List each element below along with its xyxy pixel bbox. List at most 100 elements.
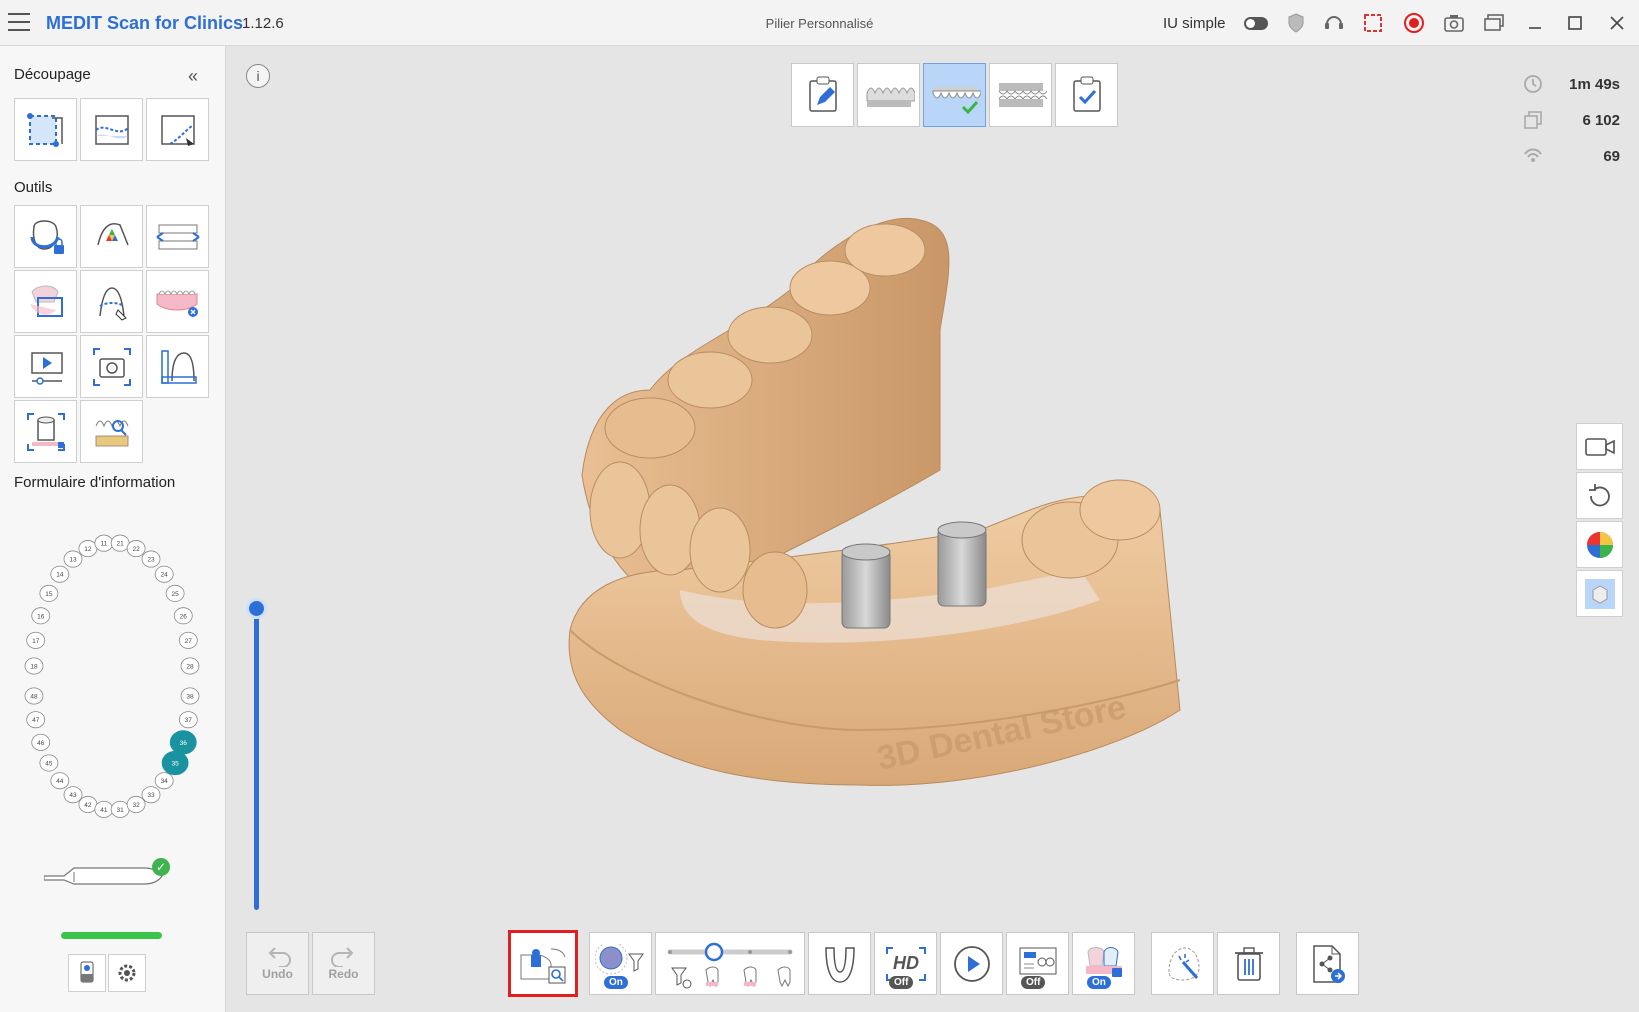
tooth-31[interactable]: 31: [110, 800, 130, 818]
stage-lower-jaw[interactable]: [923, 63, 986, 127]
tooth-42[interactable]: 42: [78, 795, 98, 813]
tooth-46[interactable]: 46: [31, 733, 51, 751]
tooth-number: 16: [37, 613, 45, 620]
tooth-14[interactable]: 14: [50, 565, 70, 583]
calibration-button[interactable]: [68, 954, 106, 992]
tooth-27[interactable]: 27: [178, 631, 198, 649]
margin-line-tool[interactable]: [80, 270, 143, 333]
color-analysis-tool[interactable]: [80, 205, 143, 268]
stage-complete[interactable]: [1055, 63, 1118, 127]
erase-noise-button[interactable]: [1151, 932, 1214, 995]
close-icon[interactable]: [1605, 11, 1629, 35]
stage-upper-jaw[interactable]: [857, 63, 920, 127]
tooth-37[interactable]: 37: [178, 711, 198, 729]
filter-button[interactable]: On: [589, 932, 652, 995]
lock-scan-tool[interactable]: [14, 205, 77, 268]
tooth-15[interactable]: 15: [39, 584, 59, 602]
shade-match-tool[interactable]: [80, 400, 143, 463]
tooth-26[interactable]: 26: [173, 607, 193, 625]
hd-mode-button[interactable]: HD Off: [874, 932, 937, 995]
tooth-32[interactable]: 32: [126, 795, 146, 813]
title-bar: MEDIT Scan for Clinics 1.12.6 Pilier Per…: [0, 0, 1639, 46]
tooth-13[interactable]: 13: [63, 550, 83, 568]
support-icon[interactable]: [1322, 11, 1346, 35]
tooth-45[interactable]: 45: [39, 754, 59, 772]
dental-model-3d[interactable]: 3D Dental Store: [560, 210, 1260, 830]
scanner-device-icon: [44, 867, 163, 885]
tooth-24[interactable]: 24: [154, 565, 174, 583]
tooth-18[interactable]: 18: [24, 657, 44, 675]
depth-slider-track[interactable]: [254, 612, 259, 910]
tooth-11[interactable]: 11: [94, 534, 114, 552]
shield-icon[interactable]: [1284, 11, 1308, 35]
arch-button[interactable]: [808, 932, 871, 995]
tooth-38[interactable]: 38: [180, 687, 200, 705]
measure-tool[interactable]: [146, 335, 209, 398]
tooth-35[interactable]: 35: [161, 750, 189, 776]
color-mode-tool[interactable]: [1576, 521, 1623, 568]
collapse-panel-icon[interactable]: «: [188, 66, 198, 87]
gingiva-remove-tool[interactable]: [146, 270, 209, 333]
filter-toggle[interactable]: On: [604, 976, 628, 989]
tooth-44[interactable]: 44: [50, 772, 70, 790]
lock-toggle[interactable]: On: [1087, 976, 1111, 989]
trim-smooth-tool[interactable]: [80, 98, 143, 161]
ai-toggle[interactable]: Off: [1021, 976, 1046, 989]
tooth-28[interactable]: 28: [180, 657, 200, 675]
tooth-41[interactable]: 41: [94, 800, 114, 818]
ai-scan-button[interactable]: Off: [1006, 932, 1069, 995]
tooth-12[interactable]: 12: [78, 540, 98, 558]
settings-button[interactable]: [108, 954, 146, 992]
video-record-tool[interactable]: [1576, 423, 1623, 470]
tooth-48[interactable]: 48: [24, 687, 44, 705]
simple-ui-toggle[interactable]: [1244, 17, 1268, 30]
camera-icon[interactable]: [1442, 11, 1466, 35]
tooth-47[interactable]: 47: [26, 711, 46, 729]
record-icon[interactable]: [1402, 11, 1426, 35]
tooth-43[interactable]: 43: [63, 786, 83, 804]
hd-toggle[interactable]: Off: [889, 976, 914, 989]
redo-label: Redo: [328, 966, 359, 981]
tooth-16[interactable]: 16: [31, 607, 51, 625]
abutment-tool[interactable]: [14, 400, 77, 463]
reset-view-tool[interactable]: [1576, 472, 1623, 519]
occlusion-align-tool[interactable]: [146, 205, 209, 268]
tooth-34[interactable]: 34: [154, 772, 174, 790]
menu-icon[interactable]: [8, 13, 30, 31]
tooth-33[interactable]: 33: [141, 786, 161, 804]
trim-brush-tool[interactable]: [146, 98, 209, 161]
app-brand: MEDIT Scan for Clinics: [46, 13, 244, 33]
data-count: 69: [1603, 148, 1620, 165]
tooth-25[interactable]: 25: [165, 584, 185, 602]
gallery-icon[interactable]: [1482, 11, 1506, 35]
tooth-23[interactable]: 23: [141, 550, 161, 568]
tooth-22[interactable]: 22: [126, 540, 146, 558]
play-scan-button[interactable]: [940, 932, 1003, 995]
screen-capture-icon[interactable]: [1361, 11, 1385, 35]
info-icon[interactable]: i: [246, 64, 270, 88]
scan-body-library-button[interactable]: [508, 930, 578, 997]
playback-tool[interactable]: [14, 335, 77, 398]
maximize-icon[interactable]: [1563, 11, 1587, 35]
stage-notes[interactable]: [791, 63, 854, 127]
undo-button[interactable]: Undo: [246, 932, 309, 995]
tooth-36[interactable]: 36: [169, 730, 197, 755]
trim-region-tool[interactable]: [14, 98, 77, 161]
depth-slider-handle[interactable]: [246, 598, 267, 619]
tooth-17[interactable]: 17: [26, 631, 46, 649]
filter-level-slider[interactable]: [655, 932, 805, 995]
tooth-21[interactable]: 21: [110, 534, 130, 552]
hd-label: HD: [893, 953, 919, 973]
tooth-lock-button[interactable]: On: [1072, 932, 1135, 995]
tooth-number: 17: [32, 638, 40, 645]
mono-mode-tool[interactable]: [1576, 570, 1623, 617]
capture-tool[interactable]: [80, 335, 143, 398]
tooth-number: 31: [117, 807, 125, 814]
delete-button[interactable]: [1217, 932, 1280, 995]
minimize-icon[interactable]: [1523, 11, 1547, 35]
export-button[interactable]: [1296, 932, 1359, 995]
stage-occlusion[interactable]: [989, 63, 1052, 127]
smart-scan-tool[interactable]: [14, 270, 77, 333]
redo-button[interactable]: Redo: [312, 932, 375, 995]
tooth-chart[interactable]: 18 17 16 15 14 13 12 11 21 22 23 24 25 26 27 28 48 47 46 45…: [14, 516, 210, 826]
